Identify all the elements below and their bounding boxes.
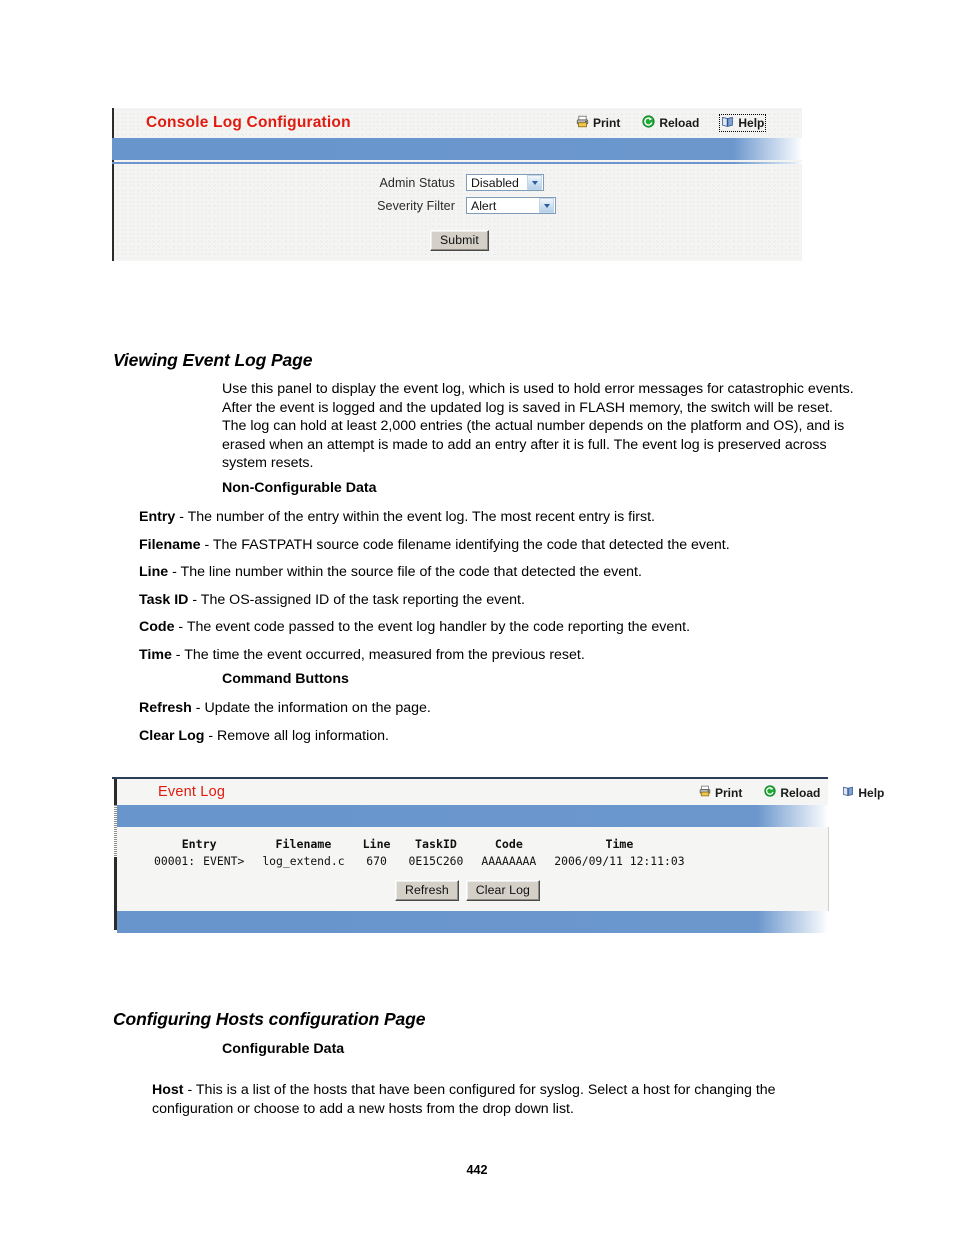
event-log-description-paragraph: Use this panel to display the event log,…: [222, 381, 854, 471]
print-button[interactable]: Print: [697, 784, 744, 801]
cell-code: AAAAAAAA: [481, 854, 537, 868]
host-term: Host: [152, 1082, 184, 1098]
command-refresh: Refresh - Update the information on the …: [139, 699, 869, 718]
printer-icon: [699, 785, 711, 800]
definition-term: Entry: [139, 509, 176, 525]
reload-button[interactable]: Reload: [640, 114, 701, 132]
print-label: Print: [715, 785, 743, 800]
help-label: Help: [738, 116, 765, 130]
print-label: Print: [593, 116, 621, 130]
definition-desc: - The line number within the source file…: [168, 564, 642, 580]
command-desc: - Remove all log information.: [204, 727, 389, 744]
command-term: Refresh: [139, 700, 192, 716]
definition-code: Code - The event code passed to the even…: [139, 618, 869, 637]
event-log-toolbar: Print Reload Help: [697, 784, 886, 801]
definition-desc: - The number of the entry within the eve…: [175, 509, 655, 525]
definition-line: Line - The line number within the source…: [139, 563, 869, 582]
reload-icon: [764, 785, 776, 800]
admin-status-value: Disabled: [471, 175, 519, 190]
refresh-button[interactable]: Refresh: [395, 880, 459, 901]
help-book-icon: [721, 115, 734, 131]
definition-filename: Filename - The FASTPATH source code file…: [139, 536, 869, 555]
chevron-down-icon: [539, 198, 554, 213]
reload-label: Reload: [780, 785, 821, 800]
event-log-screenshot: Event Log Print Reload Help Entry Filena…: [112, 777, 884, 947]
clear-log-button[interactable]: Clear Log: [465, 880, 540, 901]
console-log-blue-underline: [112, 162, 802, 164]
configuring-hosts-heading: Configuring Hosts configuration Page: [113, 1009, 426, 1029]
definition-task-id: Task ID - The OS-assigned ID of the task…: [139, 591, 869, 610]
console-log-titlebar: Console Log Configuration Print Reload H…: [112, 108, 802, 138]
definition-desc: - The event code passed to the event log…: [174, 619, 691, 635]
table-header-row: Entry Filename Line TaskID Code Time: [145, 837, 694, 854]
header-line: Line: [362, 837, 391, 851]
submit-button-wrap: Submit: [430, 230, 489, 251]
host-desc: - This is a list of the hosts that have …: [152, 1082, 776, 1117]
event-log-blue-band-top: [117, 805, 828, 827]
reload-button[interactable]: Reload: [762, 784, 822, 801]
definition-term: Line: [139, 564, 169, 580]
header-code: Code: [494, 837, 523, 851]
admin-status-row: Admin Status Disabled: [362, 174, 544, 191]
event-log-title: Event Log: [158, 784, 226, 800]
definition-entry: Entry - The number of the entry within t…: [139, 508, 869, 527]
submit-button[interactable]: Submit: [430, 230, 489, 251]
viewing-event-log-heading: Viewing Event Log Page: [113, 350, 313, 370]
table-row: 00001: EVENT> log_extend.c 670 0E15C260 …: [145, 854, 694, 868]
non-configurable-data-list: Entry - The number of the entry within t…: [139, 508, 869, 673]
definition-term: Task ID: [139, 591, 189, 608]
admin-status-label: Admin Status: [379, 175, 455, 190]
cell-line: 670: [366, 854, 387, 868]
cell-entry-number: 00001:: [154, 854, 196, 868]
help-label: Help: [858, 785, 885, 800]
command-buttons-list: Refresh - Update the information on the …: [139, 699, 869, 754]
command-clear-log: Clear Log - Remove all log information.: [139, 727, 869, 746]
event-log-titlebar: Event Log Print Reload Help: [117, 779, 884, 805]
definition-desc: - The time the event occurred, measured …: [171, 646, 585, 663]
printer-icon: [576, 115, 589, 131]
header-entry: Entry: [181, 837, 217, 851]
chevron-down-icon: [527, 175, 542, 190]
severity-filter-label: Severity Filter: [377, 198, 455, 213]
reload-icon: [642, 115, 655, 131]
host-definition: Host - This is a list of the hosts that …: [152, 1081, 859, 1118]
definition-desc: - The OS-assigned ID of the task reporti…: [188, 591, 525, 608]
header-time: Time: [605, 837, 634, 851]
event-log-table: Entry Filename Line TaskID Code Time 000…: [145, 837, 694, 868]
severity-filter-value: Alert: [471, 198, 497, 213]
console-log-blue-band: [112, 138, 802, 160]
console-log-configuration-screenshot: Console Log Configuration Print Reload H…: [112, 108, 802, 261]
definition-term: Code: [139, 619, 175, 635]
event-log-blue-band-bottom: [117, 911, 828, 933]
severity-filter-select[interactable]: Alert: [466, 197, 556, 214]
event-log-button-bar: Refresh Clear Log: [395, 880, 540, 901]
help-button[interactable]: Help: [719, 114, 767, 132]
console-log-title: Console Log Configuration: [146, 114, 351, 131]
cell-entry-tag: EVENT>: [203, 854, 245, 868]
admin-status-select[interactable]: Disabled: [466, 174, 544, 191]
cell-filename: log_extend.c: [262, 854, 345, 868]
definition-term: Time: [139, 646, 172, 663]
command-buttons-heading: Command Buttons: [222, 671, 349, 687]
reload-label: Reload: [659, 116, 700, 130]
print-button[interactable]: Print: [574, 114, 622, 132]
header-filename: Filename: [275, 837, 332, 851]
non-configurable-data-heading: Non-Configurable Data: [222, 480, 377, 496]
cell-taskid: 0E15C260: [408, 854, 464, 868]
console-log-toolbar: Print Reload Help: [574, 114, 767, 132]
definition-desc: - The FASTPATH source code filename iden…: [200, 536, 730, 553]
configurable-data-heading: Configurable Data: [222, 1041, 345, 1057]
definition-term: Filename: [139, 536, 201, 553]
help-button[interactable]: Help: [840, 784, 886, 801]
page-number: 442: [466, 1163, 488, 1177]
cell-time: 2006/09/11 12:11:03: [554, 854, 685, 868]
help-book-icon: [842, 785, 854, 800]
definition-time: Time - The time the event occurred, meas…: [139, 646, 869, 665]
command-desc: - Update the information on the page.: [191, 700, 431, 716]
command-term: Clear Log: [139, 727, 205, 744]
header-taskid: TaskID: [415, 837, 457, 851]
event-log-body: Entry Filename Line TaskID Code Time 000…: [117, 827, 829, 911]
severity-filter-row: Severity Filter Alert: [362, 197, 556, 214]
